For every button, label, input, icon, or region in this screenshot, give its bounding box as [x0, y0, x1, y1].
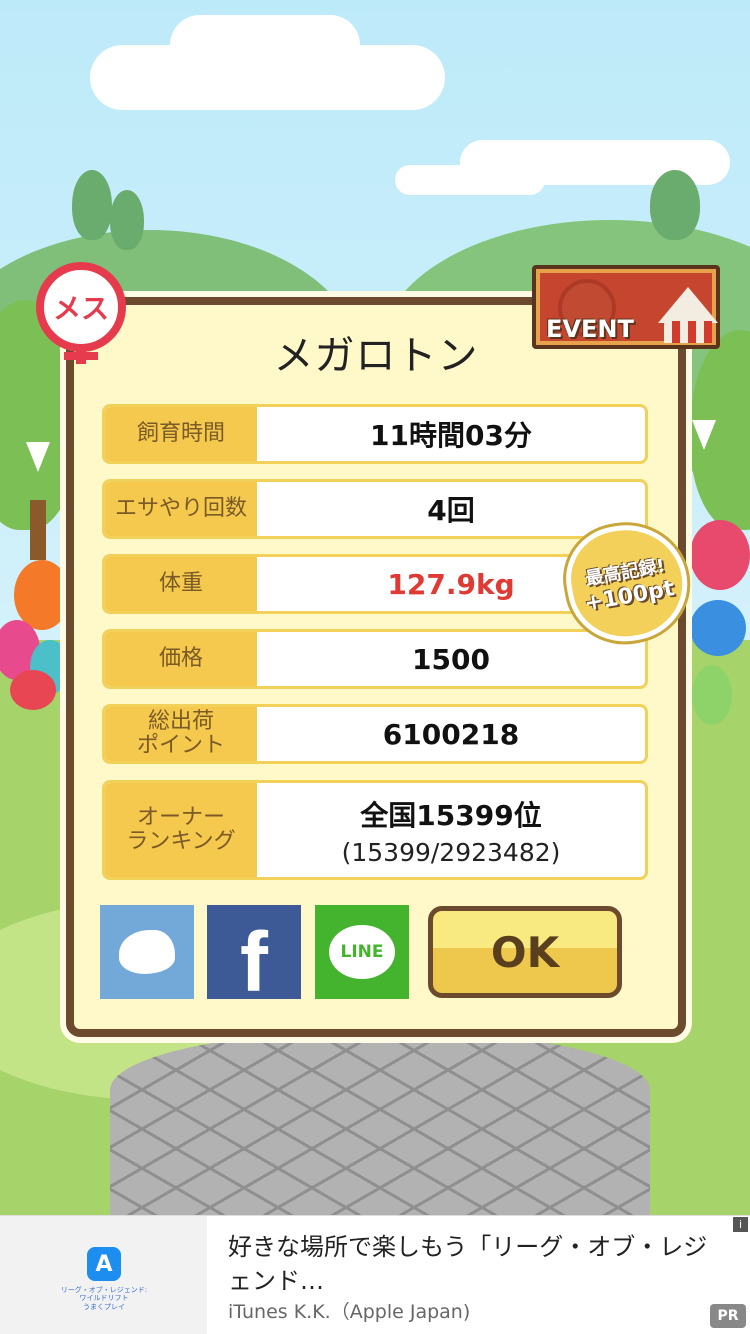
twitter-share-button[interactable] — [100, 905, 194, 999]
gender-label: メス — [52, 292, 109, 325]
ad-app-caption: リーグ・オブ・レジェンド: ワイルドリフト うまくプレイ — [60, 1286, 148, 1311]
ad-headline[interactable]: 好きな場所で楽しもう「リーグ・オブ・レジェンド… — [228, 1230, 718, 1298]
balloon — [14, 560, 70, 630]
line-share-button[interactable]: LINE — [315, 905, 409, 999]
circus-tent-icon — [658, 287, 718, 323]
stat-label: エサやり回数 — [105, 482, 257, 536]
stat-value-ranking: 全国15399位 (15399/2923482) — [257, 783, 645, 877]
pennant-flag — [692, 420, 716, 450]
facebook-share-button[interactable]: f — [207, 905, 301, 1009]
stat-row-feed-count: エサやり回数 4回 — [102, 479, 648, 539]
balloon — [10, 670, 56, 710]
stat-value: 4回 — [427, 494, 475, 527]
stat-label: 総出荷 ポイント — [105, 707, 257, 761]
cobblestone-path — [110, 1030, 650, 1215]
stat-label: 体重 — [105, 557, 257, 611]
ranking-value: 全国15399位 — [360, 798, 542, 832]
ok-button[interactable]: OK — [428, 906, 622, 998]
ad-pr-badge: PR — [710, 1304, 746, 1328]
stat-label: 飼育時間 — [105, 407, 257, 461]
stat-label: 価格 — [105, 632, 257, 686]
balloon — [692, 665, 732, 725]
stat-row-breeding-time: 飼育時間 11時間03分 — [102, 404, 648, 464]
twitter-bird-icon — [119, 930, 175, 974]
ad-info-icon[interactable]: i — [733, 1217, 748, 1232]
ranking-detail: (15399/2923482) — [341, 837, 561, 867]
tree — [110, 190, 144, 250]
stat-label: オーナー ランキング — [105, 783, 257, 877]
facebook-icon: f — [240, 914, 268, 1009]
stat-value: 11時間03分 — [370, 419, 532, 452]
stat-value: 1500 — [412, 642, 490, 676]
stat-row-weight: 体重 127.9kg — [102, 554, 648, 614]
cloud — [170, 15, 360, 75]
tree-trunk — [30, 500, 46, 560]
ad-advertiser: iTunes K.K.（Apple Japan) — [228, 1301, 471, 1323]
ad-icon-area[interactable]: A リーグ・オブ・レジェンド: ワイルドリフト うまくプレイ — [0, 1216, 207, 1334]
tree — [72, 170, 112, 240]
stat-value: 6100218 — [382, 717, 520, 751]
balloon — [690, 600, 746, 656]
tree — [650, 170, 700, 240]
stat-row-total-points: 総出荷 ポイント 6100218 — [102, 704, 648, 764]
stat-row-owner-ranking: オーナー ランキング 全国15399位 (15399/2923482) — [102, 780, 648, 880]
app-store-icon: A — [87, 1247, 121, 1281]
pennant-flag — [26, 442, 50, 472]
pet-name-title: メガロトン — [273, 333, 479, 379]
cloud — [395, 165, 545, 195]
balloon — [690, 520, 750, 590]
stat-row-price: 価格 1500 — [102, 629, 648, 689]
line-icon: LINE — [329, 925, 395, 979]
